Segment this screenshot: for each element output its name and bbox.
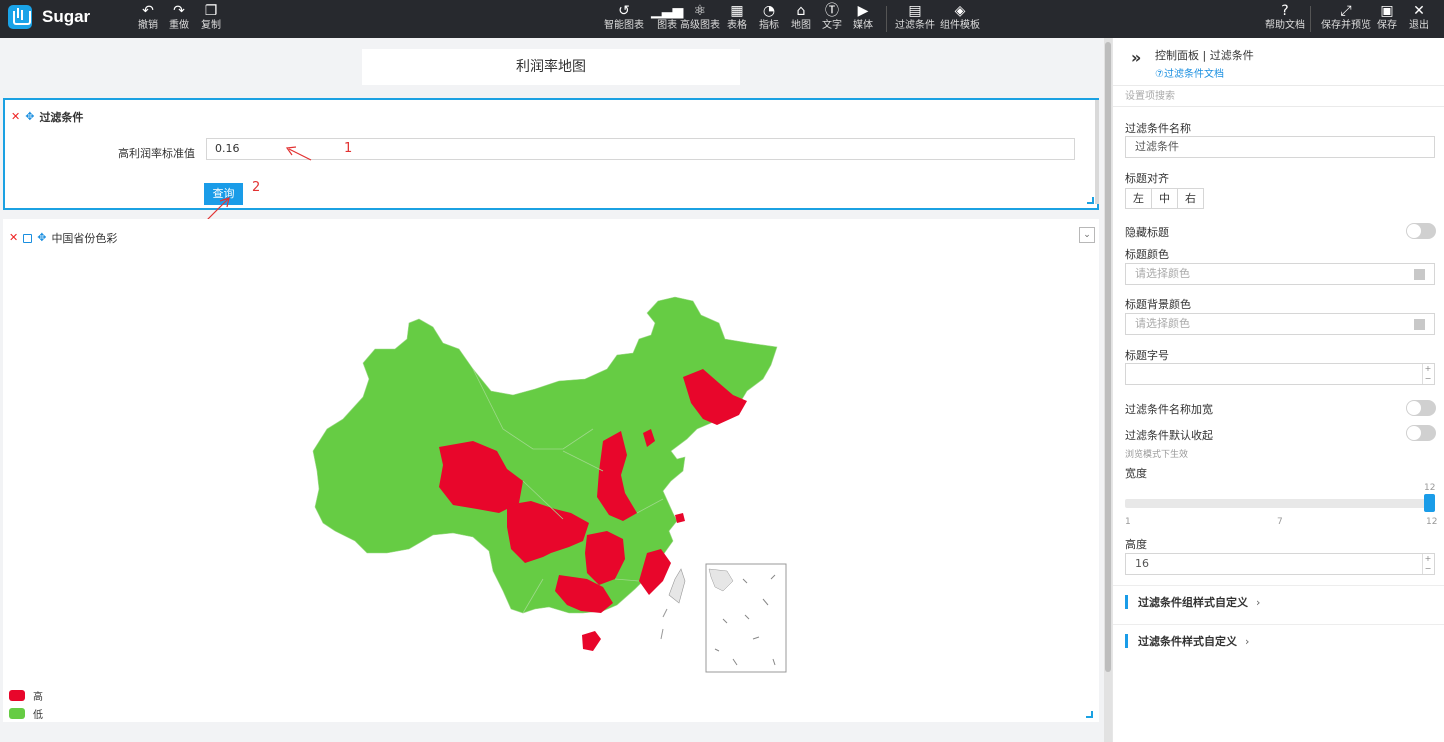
legend-label-low: 低 [33, 710, 43, 721]
bold-name-toggle[interactable] [1406, 400, 1436, 416]
dash-line [660, 608, 668, 640]
annotation-arrowhead-1 [285, 146, 297, 156]
settings-search-input[interactable]: 设置项搜索 [1113, 87, 1444, 107]
title-bg-color-placeholder: 请选择颜色 [1135, 317, 1190, 330]
width-slider-handle[interactable] [1424, 494, 1435, 512]
filter-name-input[interactable]: 过滤条件 [1125, 136, 1435, 158]
filter-style-section-label: 过滤条件样式自定义 [1138, 635, 1237, 648]
legend-item-low[interactable]: 低 [9, 706, 43, 721]
control-panel: » 控制面板 | 过滤条件 ⑦过滤条件文档 设置项搜索 过滤条件名称 过滤条件 … [1112, 38, 1444, 742]
width-label: 宽度 [1125, 467, 1147, 480]
filter-name-label: 过滤条件名称 [1125, 122, 1191, 135]
align-left-button[interactable]: 左 [1125, 188, 1152, 209]
width-tick-mid: 7 [1277, 517, 1283, 527]
control-panel-header: » 控制面板 | 过滤条件 ⑦过滤条件文档 [1113, 38, 1444, 86]
number-stepper-icon[interactable]: + − [1422, 364, 1433, 384]
title-bg-color-label: 标题背景颜色 [1125, 298, 1191, 311]
hide-title-toggle[interactable] [1406, 223, 1436, 239]
title-align-group: 左 中 右 [1125, 188, 1204, 209]
bold-name-label: 过滤条件名称加宽 [1125, 403, 1213, 416]
group-style-section[interactable]: 过滤条件组样式自定义 › [1125, 592, 1435, 612]
width-slider-value: 12 [1424, 483, 1436, 493]
title-color-input[interactable]: 请选择颜色 [1125, 263, 1435, 285]
resize-handle-icon[interactable] [1086, 711, 1093, 718]
group-style-section-label: 过滤条件组样式自定义 [1138, 596, 1248, 609]
legend-swatch-high [9, 690, 25, 701]
map-region-taiwan [668, 568, 686, 604]
filter-doc-link[interactable]: ⑦过滤条件文档 [1155, 65, 1224, 80]
title-bg-color-input[interactable]: 请选择颜色 [1125, 313, 1435, 335]
color-swatch-icon[interactable] [1414, 319, 1425, 330]
collapse-hint: 浏览模式下生效 [1125, 450, 1189, 460]
default-collapse-label: 过滤条件默认收起 [1125, 429, 1213, 442]
width-tick-min: 1 [1125, 517, 1131, 527]
number-stepper-icon[interactable]: + − [1422, 554, 1433, 574]
china-map[interactable] [3, 219, 1099, 722]
legend-item-high[interactable]: 高 [9, 688, 43, 703]
filter-style-section[interactable]: 过滤条件样式自定义 › [1125, 631, 1435, 651]
title-font-size-label: 标题字号 [1125, 349, 1169, 362]
height-input[interactable]: 16 + − [1125, 553, 1435, 575]
width-slider-track[interactable] [1125, 499, 1435, 508]
section-divider [1113, 624, 1444, 625]
section-divider [1113, 585, 1444, 586]
chevron-right-icon: › [1245, 634, 1250, 648]
map-component[interactable]: ✕ ✥ 中国省份色彩 ⌄ 高 低 [3, 219, 1099, 722]
title-font-size-input[interactable]: + − [1125, 363, 1435, 385]
map-region-hainan-high [582, 631, 601, 651]
title-align-label: 标题对齐 [1125, 172, 1169, 185]
color-swatch-icon[interactable] [1414, 269, 1425, 280]
double-chevron-right-icon[interactable]: » [1131, 48, 1141, 67]
section-marker [1125, 634, 1128, 648]
legend-label-high: 高 [33, 692, 43, 703]
hide-title-label: 隐藏标题 [1125, 226, 1169, 239]
align-center-button[interactable]: 中 [1151, 188, 1178, 209]
align-right-button[interactable]: 右 [1177, 188, 1204, 209]
title-color-placeholder: 请选择颜色 [1135, 267, 1190, 280]
section-marker [1125, 595, 1128, 609]
legend-swatch-low [9, 708, 25, 719]
height-label: 高度 [1125, 538, 1147, 551]
title-color-label: 标题颜色 [1125, 248, 1169, 261]
default-collapse-toggle[interactable] [1406, 425, 1436, 441]
chevron-right-icon: › [1256, 595, 1261, 609]
control-panel-title: 控制面板 | 过滤条件 [1155, 49, 1254, 62]
width-tick-max: 12 [1426, 517, 1438, 527]
height-value: 16 [1135, 557, 1149, 570]
